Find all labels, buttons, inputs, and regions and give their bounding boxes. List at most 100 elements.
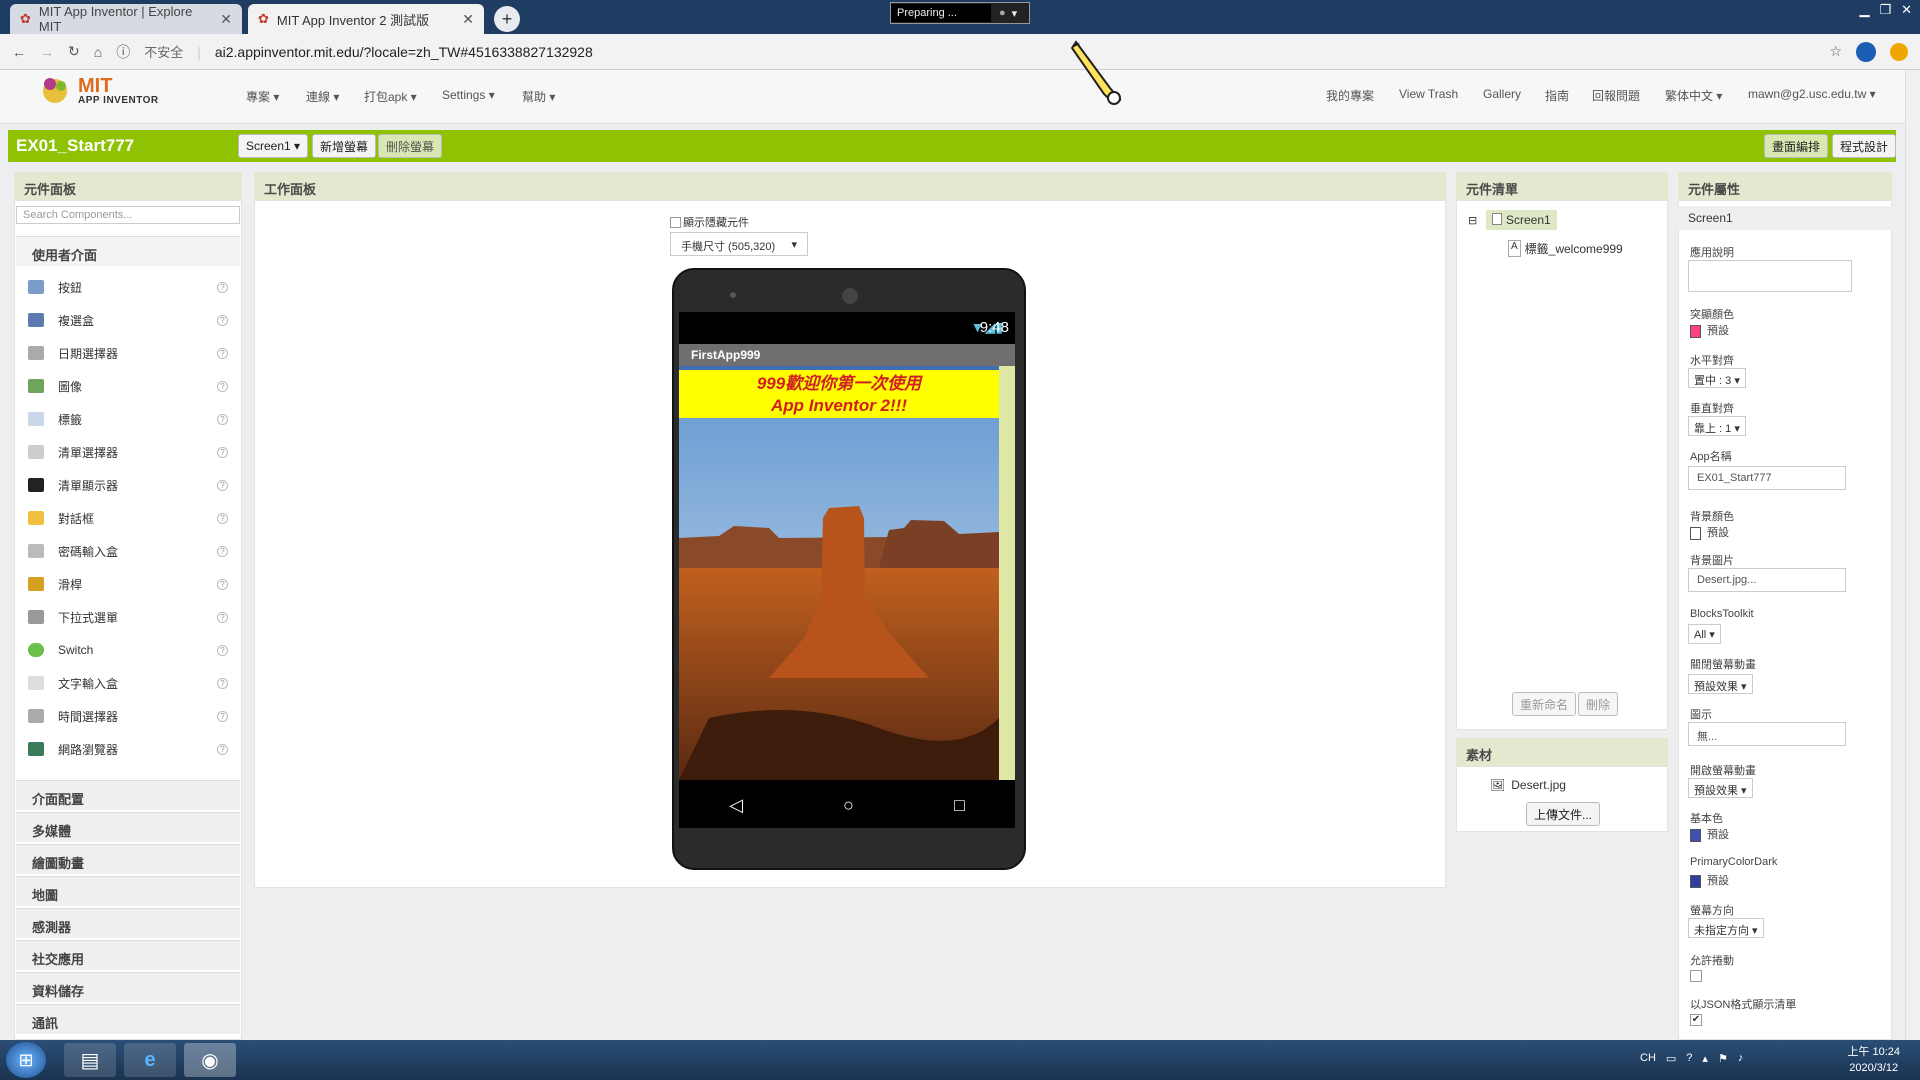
palette-item[interactable]: 滑桿? [28,571,228,597]
ime-indicator[interactable]: CH [1640,1052,1656,1065]
tab-app-inventor[interactable]: ✿ MIT App Inventor 2 測試版 ✕ [248,4,484,34]
help-icon[interactable]: ? [217,710,228,722]
internet-explorer-icon[interactable]: e [124,1043,176,1077]
reload-icon[interactable]: ↻ [68,43,80,60]
security-label[interactable]: 不安全 [144,42,183,61]
palette-item[interactable]: 清單選擇器? [28,439,228,465]
palette-item[interactable]: 文字輸入盒? [28,670,228,696]
category-storage[interactable]: 資料儲存 [16,972,240,1002]
help-icon[interactable]: ? [217,578,228,590]
palette-item[interactable]: 時間選擇器? [28,703,228,729]
help-icon[interactable]: ? [217,644,228,656]
palette-item[interactable]: 清單顯示器? [28,472,228,498]
close-window-icon[interactable]: ✕ [1901,2,1912,18]
profile-avatar[interactable] [1856,41,1876,62]
about-screen-textarea[interactable] [1688,260,1852,292]
category-user-interface[interactable]: 使用者介面 [16,236,240,266]
close-tab-icon[interactable]: ✕ [220,11,232,28]
upload-file-button[interactable]: 上傳文件... [1526,802,1601,826]
home-nav-icon[interactable]: ○ [843,795,854,816]
add-screen-button[interactable]: 新增螢幕 [312,134,377,158]
app-name-field[interactable]: EX01_Start777 [1688,466,1846,490]
menu-project[interactable]: 專案 ▾ [246,88,279,105]
category-media[interactable]: 多媒體 [16,812,240,842]
category-layout[interactable]: 介面配置 [16,780,240,810]
category-sensors[interactable]: 感測器 [16,908,240,938]
back-icon[interactable]: ← [12,44,26,60]
bg-image-field[interactable]: Desert.jpg... [1688,568,1846,592]
help-icon[interactable]: ? [217,611,228,623]
welcome-label[interactable]: 999歡迎你第一次使用 App Inventor 2!!! [679,370,999,418]
media-file-item[interactable]: 🖼 Desert.jpg [1490,778,1566,792]
accent-color-picker[interactable]: 預設 [1690,322,1729,338]
home-icon[interactable]: ⌂ [94,44,102,60]
palette-item[interactable]: 圖像? [28,373,228,399]
rename-button[interactable]: 重新命名 [1512,692,1577,716]
menu-view-trash[interactable]: View Trash [1399,87,1458,101]
category-social[interactable]: 社交應用 [16,940,240,970]
scrollable-checkbox[interactable] [1690,970,1702,982]
halign-select[interactable]: 置中 : 3 ▾ [1688,368,1746,388]
category-connectivity[interactable]: 通訊 [16,1004,240,1034]
url-field[interactable]: ai2.appinventor.mit.edu/?locale=zh_TW#45… [215,44,593,60]
record-dot-icon[interactable]: ● [999,7,1006,19]
designer-button[interactable]: 畫面編排 [1764,134,1829,158]
menu-my-projects[interactable]: 我的專案 [1326,87,1374,104]
update-icon[interactable] [1890,42,1908,61]
keyboard-icon[interactable]: ▭ [1666,1052,1676,1065]
tree-item-label[interactable]: A 標籤_welcome999 [1508,240,1623,257]
delete-button[interactable]: 刪除 [1578,692,1619,716]
help-icon[interactable]: ? [217,479,228,491]
palette-item[interactable]: 日期選擇器? [28,340,228,366]
tab-explore[interactable]: ✿ MIT App Inventor | Explore MIT ✕ [10,4,242,34]
recording-widget[interactable]: Preparing ... ● ▾ [890,2,1030,24]
info-icon[interactable]: ⓘ [116,42,130,62]
component-search-input[interactable]: Search Components... [16,206,240,224]
open-anim-select[interactable]: 預設效果 ▾ [1688,778,1753,798]
menu-language[interactable]: 繁体中文 ▾ [1665,87,1722,104]
menu-build[interactable]: 打包apk ▾ [364,88,417,105]
menu-guide[interactable]: 指南 [1545,87,1569,104]
palette-item[interactable]: 網路瀏覽器? [28,736,228,762]
primary-color-picker[interactable]: 預設 [1690,826,1729,842]
primary-dark-color-picker[interactable]: 預設 [1690,872,1729,888]
recents-nav-icon[interactable]: □ [954,795,965,816]
valign-select[interactable]: 靠上 : 1 ▾ [1688,416,1746,436]
palette-item[interactable]: 密碼輸入盒? [28,538,228,564]
menu-report[interactable]: 回報問題 [1592,87,1640,104]
palette-item[interactable]: 標籤? [28,406,228,432]
help-icon[interactable]: ? [217,512,228,524]
palette-item[interactable]: 複選盒? [28,307,228,333]
category-drawing[interactable]: 繪圖動畫 [16,844,240,874]
new-tab-button[interactable]: + [494,6,520,32]
page-scrollbar[interactable] [1905,70,1920,1040]
help-icon[interactable]: ? [217,380,228,392]
help-icon[interactable]: ? [217,413,228,425]
mit-app-inventor-logo[interactable]: MIT APP INVENTOR [38,74,159,108]
chrome-icon[interactable]: ◉ [184,1043,236,1077]
flag-icon[interactable]: ⚑ [1718,1052,1728,1065]
dropdown-icon[interactable]: ▾ [1012,7,1018,20]
orientation-select[interactable]: 未指定方向 ▾ [1688,918,1764,938]
menu-account[interactable]: mawn@g2.usc.edu.tw ▾ [1748,87,1876,101]
screen-select[interactable]: Screen1 ▾ [238,134,309,158]
file-explorer-icon[interactable]: ▤ [64,1043,116,1077]
icon-field[interactable]: 無... [1688,722,1846,746]
help-icon[interactable]: ? [217,281,228,293]
help-icon[interactable]: ? [217,743,228,755]
menu-gallery[interactable]: Gallery [1483,87,1521,101]
help-icon[interactable]: ? [217,347,228,359]
menu-settings[interactable]: Settings ▾ [442,88,495,102]
remove-screen-button[interactable]: 刪除螢幕 [378,134,443,158]
blockstoolkit-select[interactable]: All ▾ [1688,624,1721,644]
minimize-icon[interactable]: ▁ [1859,2,1869,18]
close-tab-icon[interactable]: ✕ [462,11,474,28]
show-hidden-checkbox[interactable] [670,216,681,228]
palette-item[interactable]: 對話框? [28,505,228,531]
menu-connect[interactable]: 連線 ▾ [306,88,339,105]
close-anim-select[interactable]: 預設效果 ▾ [1688,674,1753,694]
palette-item[interactable]: 按鈕? [28,274,228,300]
collapse-tree-icon[interactable]: ⊟ [1468,214,1477,227]
restore-icon[interactable]: ❐ [1879,2,1891,18]
help-icon[interactable]: ? [1686,1052,1692,1065]
